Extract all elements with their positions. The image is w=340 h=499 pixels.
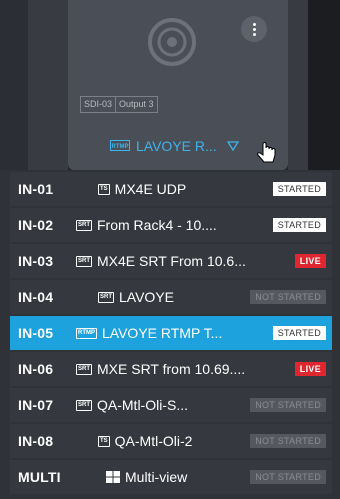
- input-option-in-06[interactable]: IN-06 SRT MXE SRT from 10.69.... LIVE: [10, 352, 332, 386]
- input-name-cell: TS MX4E UDP: [98, 181, 273, 197]
- input-name: QA-Mtl-Oli-S...: [97, 397, 188, 413]
- background-panel: [308, 0, 340, 170]
- input-name-cell: SRT QA-Mtl-Oli-S...: [76, 397, 250, 413]
- dot-icon: [252, 32, 256, 36]
- dot-icon: [252, 27, 256, 31]
- input-name-cell: SRT MXE SRT from 10.69....: [76, 361, 295, 377]
- input-option-in-03[interactable]: IN-03 SRT MX4E SRT From 10.6... LIVE: [10, 244, 332, 278]
- output-tag: Output 3: [116, 96, 158, 113]
- background-panel: [0, 0, 28, 170]
- input-option-in-04[interactable]: IN-04 SRT LAVOYE NOT STARTED: [10, 280, 332, 314]
- srt-icon: SRT: [76, 255, 92, 267]
- srt-icon: SRT: [76, 399, 92, 411]
- input-name: MXE SRT from 10.69....: [97, 361, 246, 377]
- source-icon: [148, 18, 196, 66]
- more-options-button[interactable]: [241, 16, 267, 42]
- input-dropdown-menu: IN-01 TS MX4E UDP STARTED IN-02 SRT From Rack4…: [0, 170, 340, 499]
- input-name-cell: SRT MX4E SRT From 10.6...: [76, 253, 295, 269]
- input-name: MX4E UDP: [114, 181, 187, 197]
- status-badge: STARTED: [272, 182, 326, 196]
- input-selector-button[interactable]: RTMP LAVOYE R...: [110, 138, 239, 154]
- status-badge: STARTED: [272, 326, 326, 340]
- dot-icon: [252, 22, 256, 26]
- background-column: [28, 0, 68, 170]
- input-option-in-07[interactable]: IN-07 SRT QA-Mtl-Oli-S... NOT STARTED: [10, 388, 332, 422]
- status-badge: STARTED: [272, 218, 326, 232]
- rtmp-icon: RTMP: [76, 327, 97, 339]
- srt-icon: SRT: [76, 219, 92, 231]
- output-tag: SDI-03: [80, 96, 117, 113]
- chevron-down-icon: [226, 141, 239, 151]
- input-name: QA-Mtl-Oli-2: [114, 433, 193, 449]
- status-badge: LIVE: [294, 254, 326, 268]
- input-name-cell: TS QA-Mtl-Oli-2: [98, 433, 250, 449]
- input-name: From Rack4 - 10....: [97, 217, 217, 233]
- status-badge: NOT STARTED: [250, 398, 326, 412]
- multiview-icon: [106, 471, 120, 483]
- input-id: IN-05: [18, 325, 54, 341]
- input-id: IN-08: [18, 433, 54, 449]
- input-name: LAVOYE: [119, 289, 174, 305]
- input-option-in-08[interactable]: IN-08 TS QA-Mtl-Oli-2 NOT STARTED: [10, 424, 332, 458]
- input-option-in-05[interactable]: IN-05 RTMP LAVOYE RTMP T... STARTED: [10, 316, 332, 350]
- ts-icon: TS: [98, 435, 110, 447]
- input-id: IN-03: [18, 253, 54, 269]
- input-name-cell: SRT From Rack4 - 10....: [76, 217, 273, 233]
- status-badge: NOT STARTED: [250, 434, 326, 448]
- input-name-cell: RTMP LAVOYE RTMP T...: [76, 325, 273, 341]
- input-option-multi[interactable]: MULTI Multi-view NOT STARTED: [10, 460, 332, 494]
- output-tags: SDI-03 Output 3: [80, 96, 158, 113]
- input-id: IN-06: [18, 361, 54, 377]
- background-column: [288, 0, 308, 170]
- hand-cursor-icon: [257, 142, 276, 163]
- input-id: IN-07: [18, 397, 54, 413]
- input-option-in-01[interactable]: IN-01 TS MX4E UDP STARTED: [10, 172, 332, 206]
- input-name-cell: Multi-view: [106, 469, 250, 485]
- input-name: LAVOYE RTMP T...: [102, 325, 223, 341]
- input-name: MX4E SRT From 10.6...: [97, 253, 246, 269]
- rtmp-icon: RTMP: [110, 140, 130, 151]
- selected-input-label: LAVOYE R...: [136, 138, 217, 154]
- status-badge: LIVE: [294, 362, 326, 376]
- status-badge: NOT STARTED: [250, 470, 326, 484]
- svg-text:RTMP: RTMP: [112, 144, 129, 150]
- input-name: Multi-view: [125, 469, 188, 485]
- input-id: MULTI: [18, 469, 61, 485]
- input-option-in-02[interactable]: IN-02 SRT From Rack4 - 10.... STARTED: [10, 208, 332, 242]
- output-card: SDI-03 Output 3 RTMP LAVOYE R...: [68, 0, 288, 170]
- status-badge: NOT STARTED: [250, 290, 326, 304]
- input-id: IN-01: [18, 181, 54, 197]
- input-id: IN-02: [18, 217, 54, 233]
- srt-icon: SRT: [98, 291, 114, 303]
- srt-icon: SRT: [76, 363, 92, 375]
- input-name-cell: SRT LAVOYE: [98, 289, 250, 305]
- input-id: IN-04: [18, 289, 54, 305]
- ts-icon: TS: [98, 183, 110, 195]
